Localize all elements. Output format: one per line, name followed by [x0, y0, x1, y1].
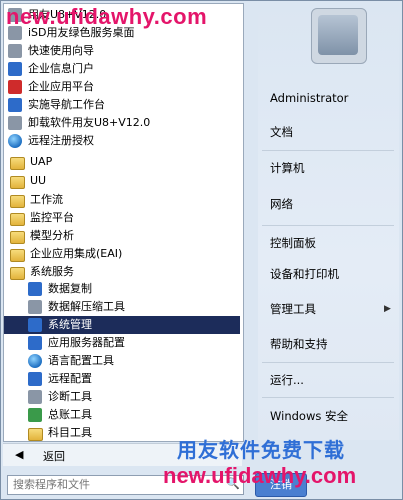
diagnostic-icon [28, 390, 42, 404]
item-label: 科目工具 [48, 426, 92, 439]
item-label: 系统服务 [30, 265, 74, 278]
folder-icon [10, 249, 25, 262]
wrench-icon [28, 372, 42, 386]
item-label: 系统管理 [48, 318, 92, 331]
item-system-services[interactable]: 系统服务 [4, 263, 240, 281]
separator [262, 362, 394, 363]
item-label: 快速使用向导 [28, 44, 94, 57]
item-label: 远程注册授权 [28, 134, 94, 147]
u8-platform-icon [8, 80, 22, 94]
item-label: 企业信息门户 [28, 62, 94, 75]
navigator-icon [8, 98, 22, 112]
item-workflow[interactable]: 工作流 [4, 191, 240, 209]
item-diagnostic-tool[interactable]: 诊断工具 [4, 388, 240, 406]
item-enterprise-portal[interactable]: 企业信息门户 [4, 60, 240, 78]
item-decompress-tool[interactable]: 数据解压缩工具 [4, 298, 240, 316]
item-label: 数据解压缩工具 [48, 300, 125, 313]
back-label: 返回 [43, 450, 65, 463]
separator [262, 397, 394, 398]
item-label: 监控平台 [30, 211, 74, 224]
right-item-documents[interactable]: 文档 [270, 124, 293, 140]
right-item-network[interactable]: 网络 [270, 196, 293, 212]
item-label: 诊断工具 [48, 390, 92, 403]
item-uu[interactable]: UU [4, 172, 240, 190]
item-model-analysis[interactable]: 模型分析 [4, 227, 240, 245]
language-icon [28, 354, 42, 368]
folder-icon [10, 213, 25, 226]
item-monitor-platform[interactable]: 监控平台 [4, 209, 240, 227]
u8-portal-icon [8, 62, 22, 76]
item-label: UU [30, 174, 47, 187]
item-label: 实施导航工作台 [28, 98, 105, 111]
globe-icon [8, 134, 22, 148]
item-label: 语言配置工具 [48, 354, 114, 367]
watermark-top-url: new.ufidawhy.com [6, 4, 208, 29]
item-label: 工作流 [30, 193, 63, 206]
item-system-admin[interactable]: 系统管理 [4, 316, 240, 334]
separator [262, 150, 394, 151]
right-item-run[interactable]: 运行... [270, 372, 304, 388]
separator [262, 225, 394, 226]
ledger-icon [28, 408, 42, 422]
item-label: 企业应用集成(EAI) [30, 247, 123, 260]
folder-icon [10, 231, 25, 244]
right-item-devices-printers[interactable]: 设备和打印机 [270, 266, 339, 282]
item-eai[interactable]: 企业应用集成(EAI) [4, 245, 240, 263]
item-label: 卸载软件用友U8+V12.0 [28, 116, 151, 129]
user-picture-icon [318, 15, 358, 55]
submenu-arrow-icon: ▶ [384, 304, 391, 314]
right-item-windows-security[interactable]: Windows 安全 [270, 408, 348, 424]
item-uap[interactable]: UAP [4, 153, 240, 171]
monitor-icon [28, 318, 42, 332]
item-label: 企业应用平台 [28, 80, 94, 93]
item-label: 模型分析 [30, 229, 74, 242]
right-item-admin-tools[interactable]: 管理工具 [270, 301, 316, 317]
right-item-help-support[interactable]: 帮助和支持 [270, 336, 328, 352]
folder-icon [10, 157, 25, 170]
decompress-icon [28, 300, 42, 314]
folder-icon [10, 267, 25, 280]
item-language-config[interactable]: 语言配置工具 [4, 352, 240, 370]
wizard-icon [8, 44, 22, 58]
item-label: 总账工具 [48, 408, 92, 421]
folder-icon [10, 195, 25, 208]
user-avatar[interactable] [311, 8, 367, 64]
item-quick-wizard[interactable]: 快速使用向导 [4, 42, 240, 60]
back-arrow-icon: ◀ [15, 448, 24, 461]
item-uninstall[interactable]: 卸载软件用友U8+V12.0 [4, 114, 240, 132]
item-ledger-tool[interactable]: 总账工具 [4, 406, 240, 424]
folder-icon [28, 428, 43, 441]
uninstall-icon [8, 116, 22, 130]
watermark-slogan: 用友软件免费下载 [177, 440, 345, 462]
item-label: 数据复制 [48, 282, 92, 295]
programs-list: 用友U8+V12.0 iSD用友绿色服务桌面 快速使用向导 企业信息门户 企业应用平台实… [3, 3, 244, 442]
item-label: UAP [30, 155, 53, 168]
server-config-icon [28, 336, 42, 350]
item-label: 应用服务器配置 [48, 336, 125, 349]
folder-icon [10, 176, 25, 189]
item-remote-license[interactable]: 远程注册授权 [4, 132, 240, 150]
item-implementation-navigator[interactable]: 实施导航工作台 [4, 96, 240, 114]
right-item-computer[interactable]: 计算机 [270, 160, 305, 176]
item-remote-config[interactable]: 远程配置 [4, 370, 240, 388]
item-data-copy[interactable]: 数据复制 [4, 280, 240, 298]
item-label: 远程配置 [48, 372, 92, 385]
right-item-administrator[interactable]: Administrator [270, 91, 348, 105]
right-item-control-panel[interactable]: 控制面板 [270, 235, 316, 251]
item-enterprise-platform[interactable]: 企业应用平台 [4, 78, 240, 96]
watermark-bottom-url: new.ufidawhy.com [163, 463, 357, 488]
item-app-server-config[interactable]: 应用服务器配置 [4, 334, 240, 352]
data-copy-icon [28, 282, 42, 296]
